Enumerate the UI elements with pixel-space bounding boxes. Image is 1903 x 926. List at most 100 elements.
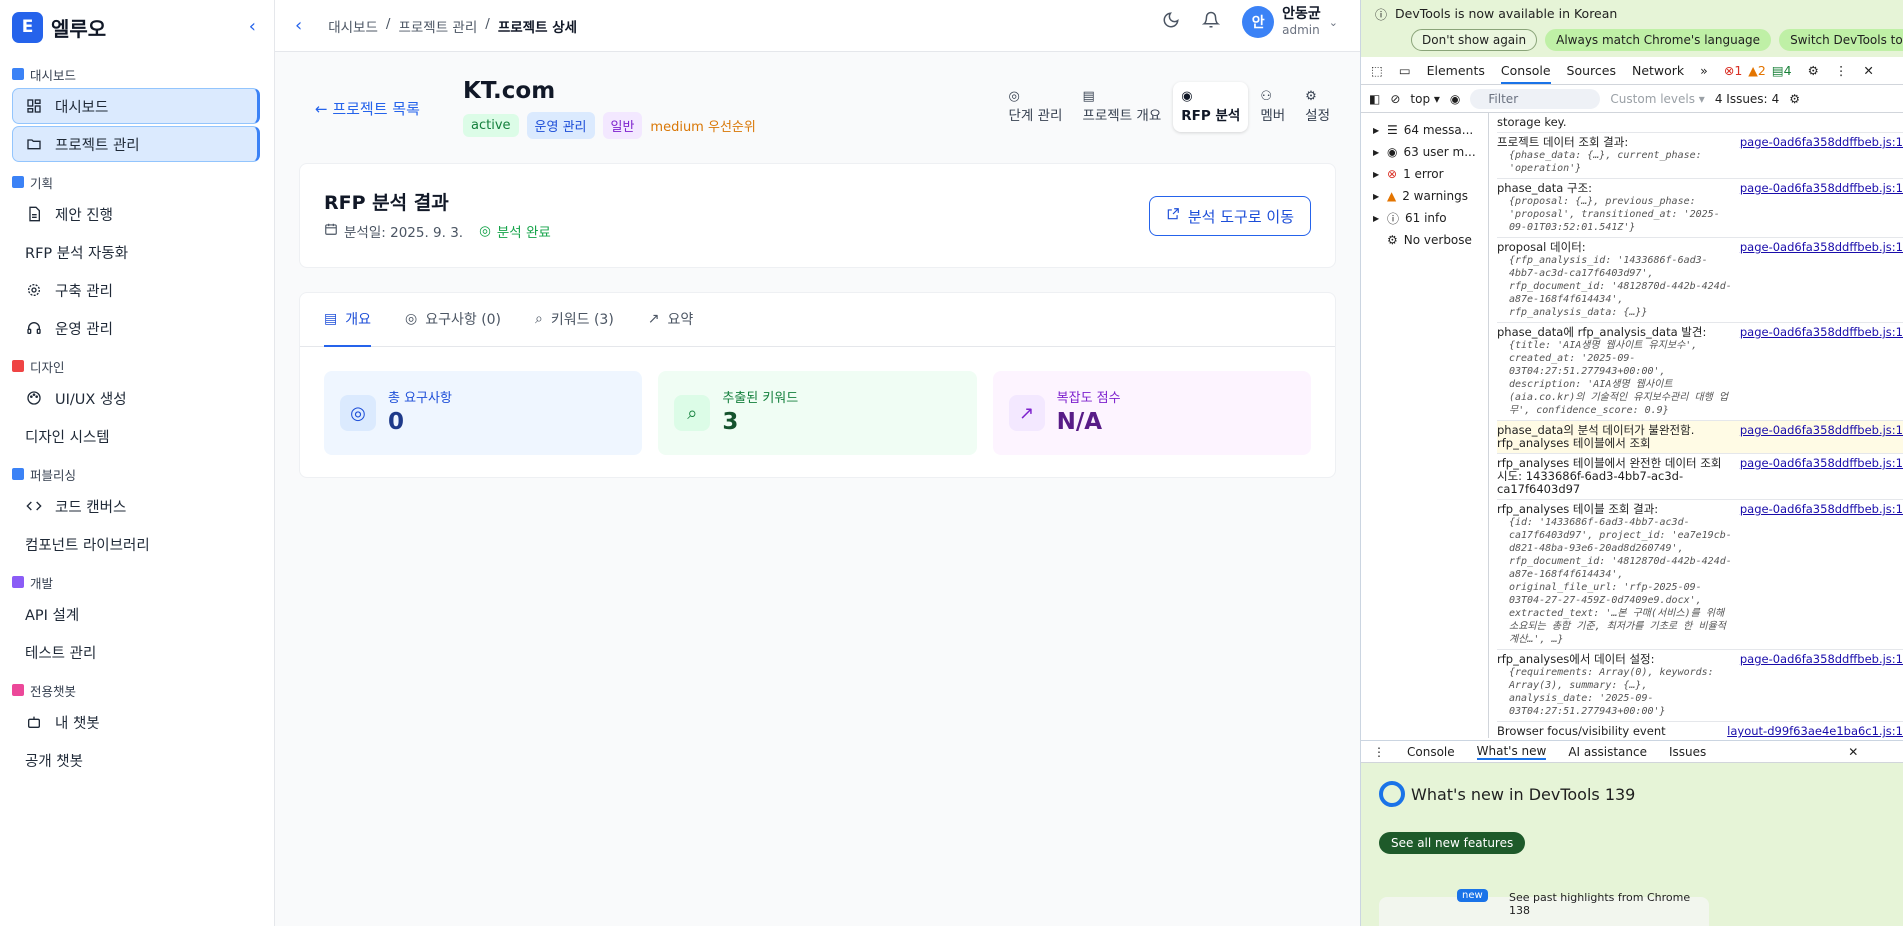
project-tab[interactable]: ◉ RFP 분석 (1173, 82, 1249, 132)
project-tab[interactable]: ⚙ 설정 (1297, 82, 1338, 132)
tab-sources[interactable]: Sources (1567, 63, 1616, 78)
console-message-text: Browser focus/visibility event detected,… (1497, 725, 1702, 738)
sidebar-item[interactable]: 구축 관리 (12, 272, 260, 308)
console-filter-item[interactable]: ▶ ⓘ 61 info (1361, 207, 1488, 229)
sidebar-item[interactable]: 운영 관리 (12, 310, 260, 346)
crumb-separator: / (485, 15, 490, 32)
console-source-link[interactable]: page-0ad6fa358ddffbeb.js:1 (1740, 136, 1903, 175)
console-object[interactable]: {id: '1433686f-6ad3-4bb7-ac3d-ca17f6403d… (1497, 516, 1734, 646)
eye-icon[interactable]: ◉ (1450, 92, 1460, 106)
console-source-link[interactable]: page-0ad6fa358ddffbeb.js:1 (1740, 182, 1903, 234)
console-filter-item[interactable]: ▶ ▲ 2 warnings (1361, 185, 1488, 207)
go-to-analysis-tool-button[interactable]: 분석 도구로 이동 (1148, 196, 1311, 236)
console-object[interactable]: {rfp_analysis_id: '1433686f-6ad3-4bb7-ac… (1497, 254, 1734, 319)
rfp-tab[interactable]: ↗ 요약 (648, 293, 694, 347)
see-all-features-button[interactable]: See all new features (1379, 832, 1526, 854)
sidebar-item[interactable]: 제안 진행 (12, 196, 260, 232)
tab-elements[interactable]: Elements (1427, 63, 1485, 78)
sidebar-item[interactable]: 내 챗봇 (12, 704, 260, 740)
console-source-link[interactable]: page-0ad6fa358ddffbeb.js:1 (1740, 653, 1903, 718)
section-label: 퍼블리싱 (30, 467, 77, 483)
console-source-link[interactable]: layout-d99f63ae4e1ba6c1.js:1 (1727, 725, 1903, 738)
crumb-projects[interactable]: 프로젝트 관리 (398, 16, 477, 36)
warning-count-icon[interactable]: ▲2 (1748, 63, 1766, 78)
device-toolbar-icon[interactable]: ▭ (1399, 63, 1411, 78)
rfp-tab[interactable]: ⌕ 키워드 (3) (535, 293, 614, 347)
crumb-dashboard[interactable]: 대시보드 (328, 16, 378, 36)
drawer-tab-ai-assistance[interactable]: AI assistance (1568, 745, 1647, 759)
console-filter-item[interactable]: ⚙ No verbose (1361, 229, 1488, 251)
notification-bell-icon[interactable] (1201, 11, 1221, 33)
close-devtools-icon[interactable]: ✕ (1863, 63, 1873, 78)
match-language-button[interactable]: Always match Chrome's language (1545, 29, 1772, 51)
console-source-link[interactable]: page-0ad6fa358ddffbeb.js:1 (1740, 457, 1903, 496)
sidebar-item[interactable]: 디자인 시스템 (12, 418, 260, 454)
switch-korean-button[interactable]: Switch DevTools to Korean (1779, 29, 1903, 51)
sidebar-item[interactable]: 프로젝트 관리 (12, 126, 260, 162)
console-object[interactable]: {phase_data: {…}, current_phase: 'operat… (1497, 149, 1734, 175)
sidebar-item[interactable]: UI/UX 생성 (12, 380, 260, 416)
console-source-link[interactable]: page-0ad6fa358ddffbeb.js:1 (1740, 326, 1903, 417)
message-count-icon[interactable]: ▤4 (1772, 63, 1792, 78)
console-filter-input[interactable]: Filter (1470, 88, 1601, 109)
context-select[interactable]: top ▾ (1410, 92, 1440, 106)
brand[interactable]: E 엘루오 (0, 0, 274, 54)
dark-mode-icon[interactable] (1162, 11, 1180, 33)
console-source-link[interactable]: page-0ad6fa358ddffbeb.js:1 (1740, 424, 1903, 450)
log-levels-select[interactable]: Custom levels ▾ (1610, 92, 1704, 106)
project-list-link[interactable]: ← 프로젝트 목록 (315, 98, 420, 119)
crumb-current: 프로젝트 상세 (497, 19, 578, 36)
console-log: storage key. 프로젝트 데이터 조회 결과: {phase_data: … (1489, 113, 1903, 738)
console-source-link[interactable]: page-0ad6fa358ddffbeb.js:1 (1740, 241, 1903, 319)
sidebar-item[interactable]: 코드 캔버스 (12, 488, 260, 524)
drawer-tab-issues[interactable]: Issues (1669, 745, 1706, 759)
console-filter-item[interactable]: ▶ ◉ 63 user m... (1361, 141, 1488, 163)
settings-gear-icon[interactable]: ⚙ (1808, 63, 1819, 78)
kebab-menu-icon[interactable]: ⋮ (1835, 63, 1848, 78)
console-object[interactable]: {title: 'AIA생명 웹사이트 유지보수', created_at: '… (1497, 339, 1734, 417)
user-menu[interactable]: 안 안동균 admin ⌄ (1242, 6, 1338, 38)
console-filter-item[interactable]: ▶ ☰ 64 messa... (1361, 119, 1488, 141)
console-object[interactable]: {proposal: {…}, previous_phase: 'proposa… (1497, 195, 1734, 234)
more-tabs-icon[interactable]: » (1700, 63, 1708, 78)
sidebar-item[interactable]: 대시보드 (12, 88, 260, 124)
project-tab[interactable]: ⚇ 멤버 (1252, 82, 1293, 132)
clear-console-icon[interactable]: ⊘ (1390, 92, 1400, 106)
sidebar-item[interactable]: RFP 분석 자동화 (12, 234, 260, 270)
sidebar-toggle-icon[interactable]: ◧ (1369, 92, 1380, 106)
sidebar-item[interactable]: 공개 챗봇 (12, 742, 260, 778)
headset-icon (25, 319, 43, 337)
brand-name: 엘루오 (51, 16, 107, 41)
console-settings-icon[interactable]: ⚙ (1789, 92, 1800, 106)
close-drawer-icon[interactable]: ✕ (1848, 745, 1858, 759)
tab-console[interactable]: Console (1500, 57, 1551, 84)
whats-new-title: What's new in DevTools 139 (1411, 785, 1636, 804)
drawer-tab-whats-new[interactable]: What's new (1476, 744, 1547, 760)
project-badge: active (463, 114, 519, 137)
drawer-tab-console[interactable]: Console (1407, 745, 1455, 759)
sidebar-item-label: 제안 진행 (55, 207, 113, 224)
console-filter-item[interactable]: ▶ ⊗ 1 error (1361, 163, 1488, 185)
inspect-icon[interactable]: ⬚ (1371, 63, 1383, 78)
section-icon (12, 468, 24, 480)
error-icon: ⊗ (1387, 167, 1398, 181)
issues-label[interactable]: 4 Issues: (1715, 92, 1768, 106)
tab-network[interactable]: Network (1632, 63, 1684, 78)
past-highlights-card[interactable]: new See past highlights from Chrome 138 (1379, 889, 1709, 926)
sidebar: E 엘루오 ‹ 대시보드 대시보드 프로젝트 관리 기획 제안 진행 RFP 분석 자동화… (0, 0, 275, 926)
collapse-sidebar-icon[interactable]: ‹ (249, 16, 256, 37)
drawer-menu-icon[interactable]: ⋮ (1373, 745, 1385, 759)
project-tab[interactable]: ▤ 프로젝트 개요 (1074, 82, 1169, 132)
dont-show-again-button[interactable]: Don't show again (1411, 29, 1538, 51)
sidebar-item-label: RFP 분석 자동화 (25, 245, 129, 262)
project-tab[interactable]: ◎ 단계 관리 (1000, 82, 1070, 132)
console-source-link[interactable]: page-0ad6fa358ddffbeb.js:1 (1740, 503, 1903, 646)
sidebar-item[interactable]: API 설계 (12, 596, 260, 632)
back-chevron-icon[interactable]: ‹ (295, 15, 302, 36)
rfp-tab[interactable]: ◎ 요구사항 (0) (405, 293, 501, 347)
rfp-tab[interactable]: ▤ 개요 (324, 293, 371, 347)
error-count-icon[interactable]: ⊗1 (1724, 63, 1742, 78)
console-object[interactable]: {requirements: Array(0), keywords: Array… (1497, 666, 1734, 718)
sidebar-item[interactable]: 테스트 관리 (12, 634, 260, 670)
sidebar-item[interactable]: 컴포넌트 라이브러리 (12, 526, 260, 562)
